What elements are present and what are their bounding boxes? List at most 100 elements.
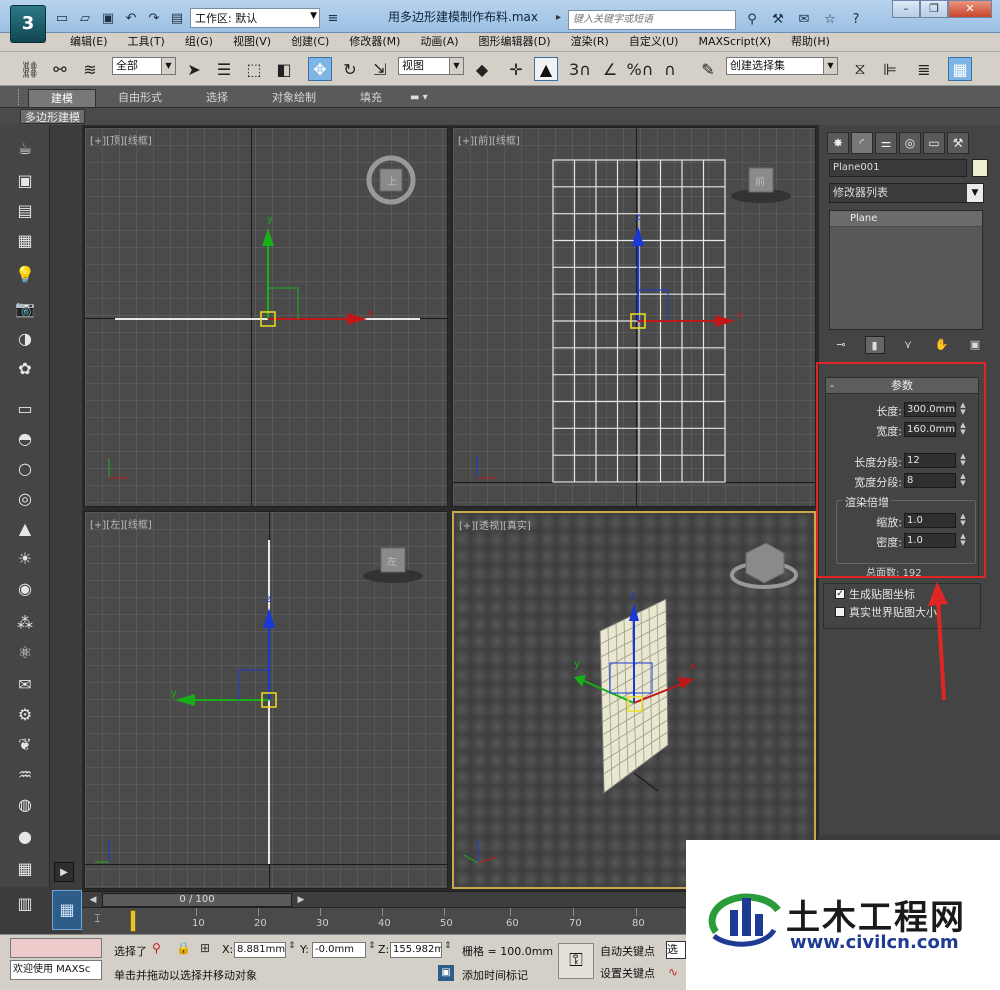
wrench-icon[interactable]: ⚒ (768, 9, 788, 29)
render-setup-icon[interactable]: ▦ (948, 57, 972, 81)
remove-modifier-icon[interactable]: ✋ (932, 336, 952, 354)
menu-maxscript[interactable]: MAXScript(X) (688, 33, 781, 51)
sphere-half-icon[interactable]: ◑ (12, 325, 38, 351)
save-icon[interactable]: ▣ (98, 8, 118, 28)
create-tab-icon[interactable]: ✸ (827, 132, 849, 154)
menu-create[interactable]: 创建(C) (281, 33, 339, 51)
maxscript-listener-mini[interactable] (10, 938, 102, 958)
teapot-icon[interactable]: ☕ (12, 135, 38, 161)
viewport-layout-icon[interactable]: ▦ (52, 890, 82, 930)
object-color-swatch[interactable] (972, 159, 988, 177)
menu-modifiers[interactable]: 修改器(M) (339, 33, 410, 51)
maxscript-welcome[interactable]: 欢迎使用 MAXSc (10, 960, 102, 980)
add-time-tag[interactable]: 添加时间标记 (462, 967, 528, 983)
track-ruler[interactable]: 10 20 30 40 50 60 70 80 (82, 907, 686, 934)
restore-icon[interactable]: ❐ (920, 0, 948, 18)
new-file-icon[interactable]: ▭ (52, 8, 72, 28)
menu-edit[interactable]: 编辑(E) (60, 33, 118, 51)
named-selection-select[interactable]: 创建选择集 ▼ (726, 57, 838, 75)
particles-icon[interactable]: ⁂ (12, 609, 38, 635)
keyboard-shortcut-override-icon[interactable]: ▲ (534, 57, 558, 81)
menu-group[interactable]: 组(G) (175, 33, 223, 51)
document-side-icon[interactable]: ▥ (12, 890, 38, 916)
search-input[interactable]: 键入关键字或短语 (568, 10, 736, 30)
tab-object-paint[interactable]: 对象绘制 (250, 89, 338, 107)
key-filter-icon[interactable]: ∿ (668, 965, 678, 979)
white-sphere-icon[interactable]: ● (12, 823, 38, 849)
mirror-icon[interactable]: ⧖ (848, 57, 872, 81)
pin-stack-icon[interactable]: ⊸ (831, 336, 851, 354)
document-icon[interactable]: ▤ (12, 197, 38, 223)
top-viewcube-label[interactable]: 上 (387, 173, 397, 188)
minimize-icon[interactable]: – (892, 0, 920, 18)
time-next-icon[interactable]: ▶ (294, 893, 308, 907)
reference-coord-select[interactable]: 视图 ▼ (398, 57, 464, 75)
redo-icon[interactable]: ↷ (144, 8, 164, 28)
selection-filter-select[interactable]: 全部 ▼ (112, 57, 176, 75)
select-move-icon[interactable]: ✥ (308, 57, 332, 81)
help-icon[interactable]: ? (846, 9, 866, 29)
left-viewcube-label[interactable]: 左 (387, 553, 397, 568)
make-unique-icon[interactable]: ⋎ (898, 336, 918, 354)
circle-icon[interactable]: ○ (12, 455, 38, 481)
y-coord-input[interactable]: -0.0mm (312, 942, 366, 958)
show-end-result-icon[interactable]: ▮ (864, 336, 885, 354)
undo-icon[interactable]: ↶ (121, 8, 141, 28)
lock-icon[interactable]: 🔒 (176, 941, 191, 955)
ox-icon[interactable]: ◍ (12, 791, 38, 817)
menu-animation[interactable]: 动画(A) (410, 33, 468, 51)
real-world-map-checkbox[interactable] (835, 607, 845, 617)
communication-icon[interactable]: ✉ (794, 9, 814, 29)
front-viewcube-label[interactable]: 前 (755, 173, 765, 188)
gen-mapping-coords-row[interactable]: ✓ 生成贴图坐标 (835, 586, 915, 602)
pivot-center-icon[interactable]: ◆ (470, 57, 494, 81)
sun-icon[interactable]: ☀ (12, 545, 38, 571)
key-icon[interactable]: ⚿ (558, 943, 594, 979)
transform-mode-icon[interactable]: ⊞ (200, 941, 210, 955)
render-icon[interactable]: ✿ (12, 355, 38, 381)
menu-graph-editors[interactable]: 图形编辑器(D) (469, 33, 561, 51)
z-spinner-icon[interactable]: ⇕ (444, 941, 452, 951)
gen-mapping-coords-checkbox[interactable]: ✓ (835, 589, 845, 599)
select-rotate-icon[interactable]: ↻ (338, 57, 362, 81)
tab-freeform[interactable]: 自由形式 (96, 89, 184, 107)
tab-populate[interactable]: 填充 (338, 89, 404, 107)
workspace-select[interactable]: 工作区: 默认 ▼ (190, 8, 320, 28)
project-folder-icon[interactable]: ▤ (167, 8, 187, 28)
viewport-left[interactable]: [+][左][线框] 左 z y (84, 511, 448, 889)
layer-manager-icon[interactable]: ≣ (912, 57, 936, 81)
envelope-icon[interactable]: ✉ (12, 671, 38, 697)
quick-access-menu-icon[interactable]: ≡ (323, 8, 343, 28)
object-name-field[interactable]: Plane001 (829, 159, 967, 177)
menu-help[interactable]: 帮助(H) (781, 33, 840, 51)
percent-snap-icon[interactable]: % ∩ (627, 57, 654, 81)
table-icon[interactable]: ▦ (12, 227, 38, 253)
play-expand-icon[interactable]: ▶ (54, 862, 74, 882)
y-spinner-icon[interactable]: ⇕ (368, 941, 376, 951)
current-frame-marker[interactable] (130, 910, 136, 932)
menu-customize[interactable]: 自定义(U) (619, 33, 689, 51)
edit-named-sets-icon[interactable]: ✎ (696, 57, 720, 81)
mini-curve-editor-icon[interactable]: ⌶ (94, 912, 101, 926)
cone-icon[interactable]: ▲ (12, 515, 38, 541)
grid-icon[interactable]: ▦ (12, 855, 38, 881)
menu-views[interactable]: 视图(V) (223, 33, 281, 51)
grass-icon[interactable]: ❦ (12, 731, 38, 757)
bind-space-warp-icon[interactable]: ≋ (78, 57, 102, 81)
polygon-modeling-label[interactable]: 多边形建模 (20, 109, 85, 124)
select-scale-icon[interactable]: ⇲ (368, 57, 392, 81)
light-icon[interactable]: 💡 (12, 261, 38, 287)
display-tab-icon[interactable]: ▭ (923, 132, 945, 154)
gear-icon[interactable]: ⚙ (12, 701, 38, 727)
configure-sets-icon[interactable]: ▣ (965, 336, 985, 354)
auto-key-button[interactable]: 自动关键点 (600, 943, 655, 959)
real-world-map-row[interactable]: 真实世界贴图大小 (835, 604, 937, 620)
utilities-tab-icon[interactable]: ⚒ (947, 132, 969, 154)
set-key-button[interactable]: 设置关键点 (600, 965, 655, 981)
tab-selection[interactable]: 选择 (184, 89, 250, 107)
time-prev-icon[interactable]: ◀ (86, 893, 100, 907)
hair-fur-icon[interactable]: ♒ (12, 761, 38, 787)
molecule-icon[interactable]: ⚛ (12, 639, 38, 665)
camera-icon[interactable]: 📷 (12, 295, 38, 321)
image-viewer-icon[interactable]: ▣ (12, 167, 38, 193)
